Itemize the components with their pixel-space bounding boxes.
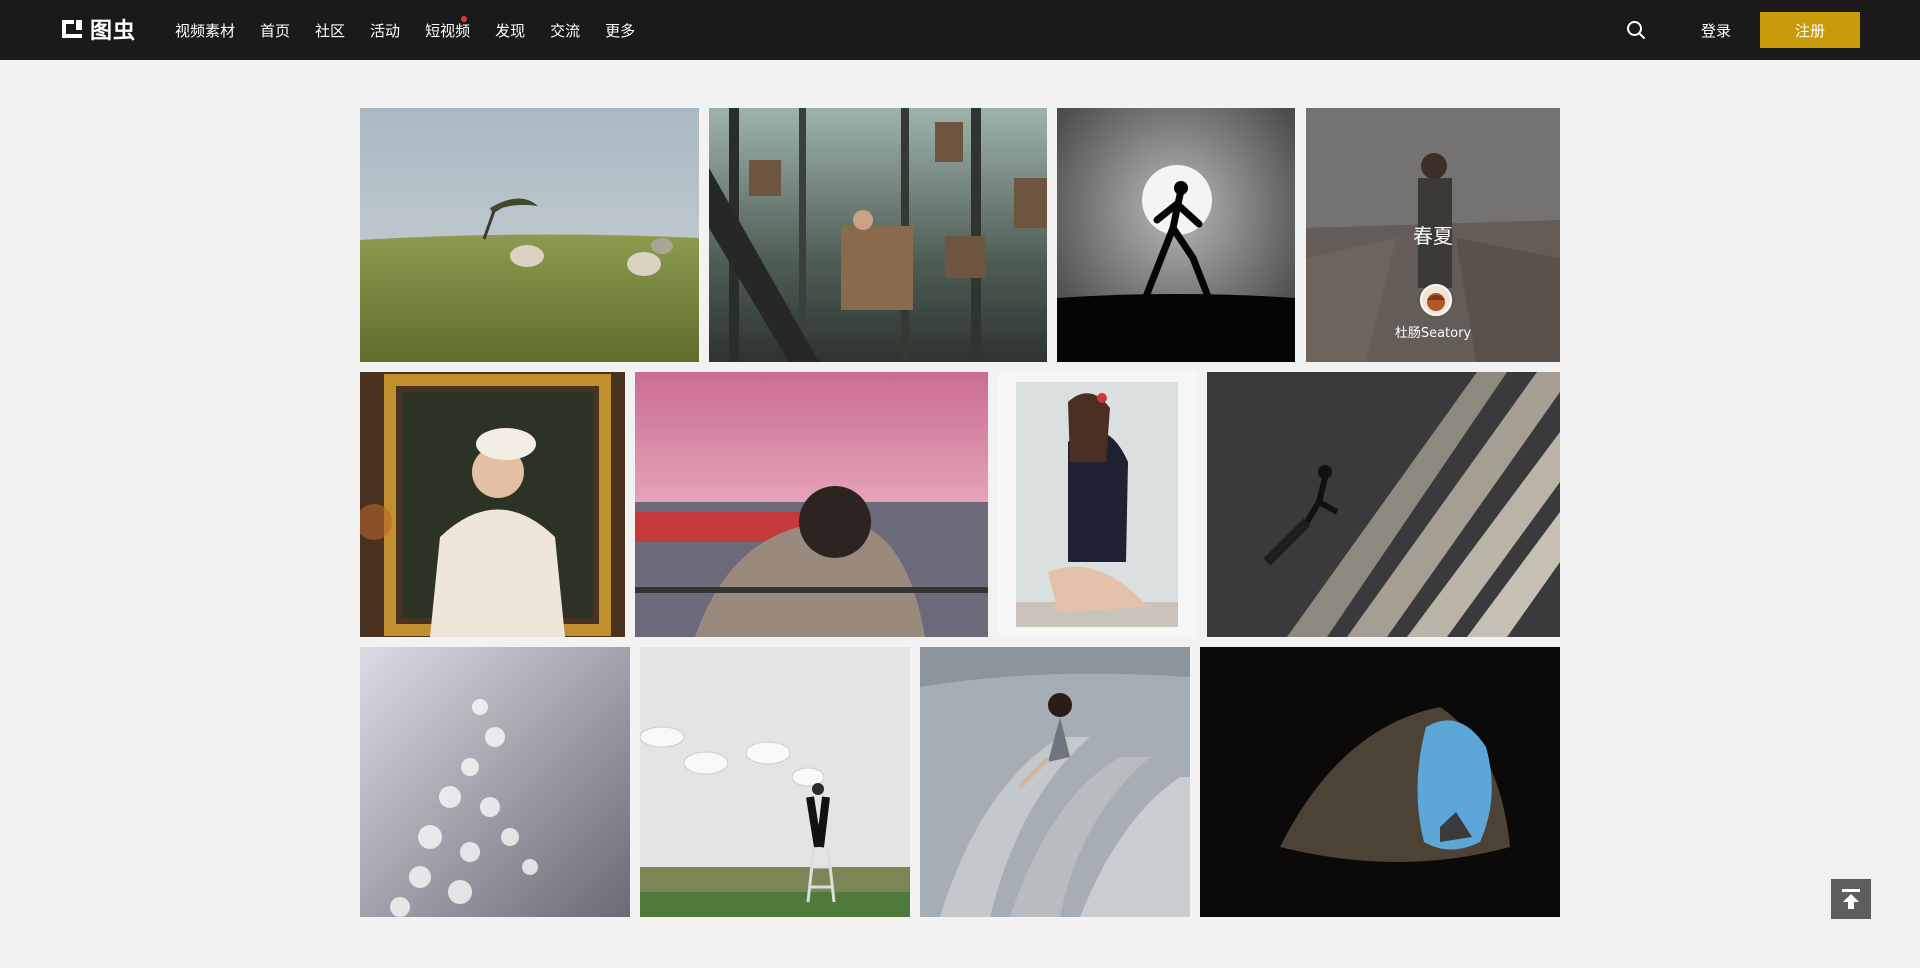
main-nav: 视频素材 首页 社区 活动 短视频 发现 交流 更多 [175, 0, 660, 60]
nav-item-short-video-label: 短视频 [425, 21, 471, 40]
photo-forest-boxes [709, 108, 1047, 362]
register-button[interactable]: 注册 [1760, 12, 1860, 48]
photo-tile-windswept-tree-sheep[interactable] [360, 108, 699, 362]
login-link[interactable]: 登录 [1701, 20, 1731, 41]
photo-tile-cave-window[interactable] [1200, 647, 1560, 917]
arrow-up-to-line-icon [1842, 889, 1860, 909]
nav-item-video-assets[interactable]: 视频素材 [175, 20, 235, 41]
photo-shadow-stripes [1207, 372, 1560, 637]
search-icon[interactable] [1626, 20, 1646, 40]
photo-tile-rooftop-girl[interactable]: 春夏 杜肠Seatory [1306, 108, 1560, 362]
nav-item-more[interactable]: 更多 [605, 20, 635, 41]
nav-item-discover[interactable]: 发现 [495, 20, 525, 41]
nav-item-community[interactable]: 社区 [315, 20, 345, 41]
avatar-image [1422, 286, 1450, 314]
author-name[interactable]: 杜肠Seatory [1306, 322, 1560, 341]
notification-dot [461, 15, 468, 22]
nav-item-events[interactable]: 活动 [370, 20, 400, 41]
photo-tile-golden-frame-portrait[interactable] [360, 372, 625, 637]
photo-tile-forest-boxes[interactable] [709, 108, 1047, 362]
back-to-top-button[interactable] [1831, 879, 1871, 919]
nav-item-short-video[interactable]: 短视频 [425, 15, 471, 41]
photo-cave-window [1200, 647, 1560, 917]
nav-item-home[interactable]: 首页 [260, 20, 290, 41]
photo-golden-frame-portrait [360, 372, 625, 637]
nav-item-forum[interactable]: 交流 [550, 20, 580, 41]
site-logo[interactable]: 图虫 [60, 17, 136, 44]
photo-tile-bokeh-water[interactable] [360, 647, 630, 917]
photo-pink-harbor [635, 372, 988, 637]
author-avatar[interactable] [1420, 284, 1452, 316]
photo-cloud-ladder [640, 647, 910, 917]
photo-title: 春夏 [1413, 224, 1453, 248]
photo-moon-runner [1057, 108, 1295, 362]
photo-tile-concrete-steps[interactable] [920, 647, 1190, 917]
photo-seated-woman [998, 372, 1196, 637]
photo-bokeh-water [360, 647, 630, 917]
photo-concrete-steps [920, 647, 1190, 917]
photo-tile-shadow-stripes[interactable] [1207, 372, 1560, 637]
photo-tile-moon-runner[interactable] [1057, 108, 1295, 362]
logo-icon [62, 20, 82, 38]
photo-tile-pink-harbor[interactable] [635, 372, 988, 637]
photo-tile-cloud-ladder[interactable] [640, 647, 910, 917]
photo-windswept-tree-sheep [360, 108, 699, 362]
photo-tile-seated-woman[interactable] [998, 372, 1196, 637]
top-navigation-bar: 图虫 视频素材 首页 社区 活动 短视频 发现 交流 更多 登录 注册 [0, 0, 1920, 60]
logo-text: 图虫 [90, 19, 137, 44]
